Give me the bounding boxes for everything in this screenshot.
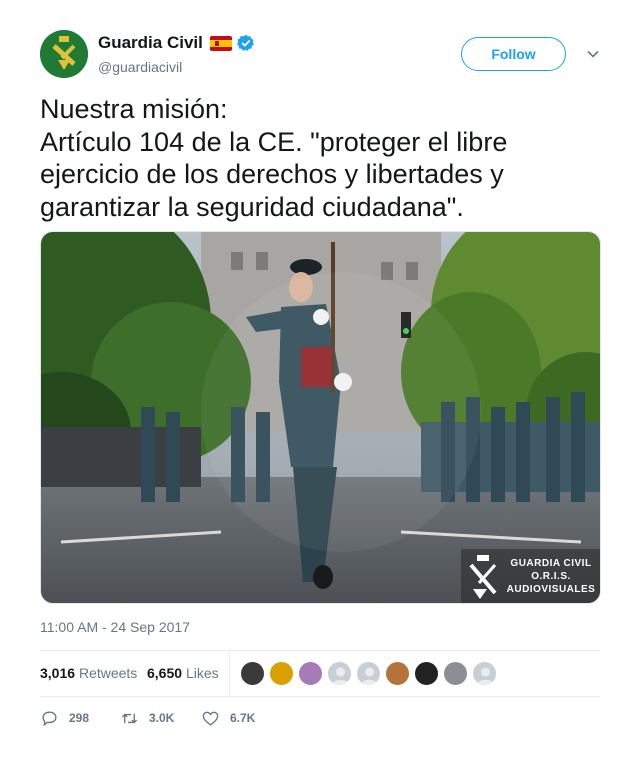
spain-flag-icon: [209, 35, 232, 51]
tweet-photo[interactable]: GUARDIA CIVIL O.R.I.S. AUDIOVISUALES: [40, 231, 601, 604]
retweets-stat[interactable]: 3,016 Retweets: [40, 665, 137, 681]
liker-avatar[interactable]: [269, 661, 294, 686]
liker-avatar[interactable]: [385, 661, 410, 686]
likes-stat[interactable]: 6,650 Likes: [147, 665, 219, 681]
reply-button[interactable]: 298: [40, 707, 89, 729]
heart-icon: [202, 711, 219, 726]
reply-icon: [42, 710, 57, 726]
likes-count: 6,650: [147, 665, 183, 681]
liker-avatar[interactable]: [472, 661, 497, 686]
retweet-icon: [121, 713, 138, 723]
liker-avatar[interactable]: [240, 661, 265, 686]
stats-divider: [229, 651, 230, 696]
default-profile-icon: [477, 667, 494, 685]
retweets-label: Retweets: [78, 665, 138, 681]
liker-avatar[interactable]: [298, 661, 323, 686]
tweet-actions: 298 3.0K 6.7K: [40, 707, 340, 729]
engagement-stats: 3,016 Retweets 6,650 Likes: [40, 650, 600, 697]
retweets-count: 3,016: [40, 665, 76, 681]
display-name[interactable]: Guardia Civil: [98, 33, 203, 53]
retweet-button[interactable]: 3.0K: [120, 707, 174, 729]
default-profile-icon: [361, 667, 378, 685]
default-profile-icon: [332, 667, 349, 685]
liker-avatar[interactable]: [356, 661, 381, 686]
name-row: Guardia Civil: [98, 32, 255, 54]
photo-watermark: GUARDIA CIVIL O.R.I.S. AUDIOVISUALES: [461, 549, 600, 603]
retweet-count: 3.0K: [149, 711, 175, 725]
follow-button[interactable]: Follow: [461, 37, 566, 71]
profile-avatar[interactable]: [40, 30, 88, 78]
user-handle[interactable]: @guardiacivil: [98, 59, 182, 75]
liker-avatar[interactable]: [443, 661, 468, 686]
like-count: 6.7K: [230, 711, 256, 725]
tweet-header: Guardia Civil @guardiacivil Follow: [40, 30, 600, 82]
watermark-line-1: GUARDIA CIVIL: [510, 558, 592, 569]
tweet-text: Nuestra misión: Artículo 104 de la CE. "…: [40, 94, 508, 222]
watermark-line-2: O.R.I.S.: [531, 571, 571, 582]
like-button[interactable]: 6.7K: [201, 707, 255, 729]
reply-count: 298: [69, 711, 90, 725]
liker-avatar[interactable]: [327, 661, 352, 686]
watermark-line-3: AUDIOVISUALES: [506, 584, 596, 595]
likes-label: Likes: [185, 665, 219, 681]
verified-badge-icon: [236, 34, 255, 52]
liker-avatar[interactable]: [414, 661, 439, 686]
tweet-timestamp[interactable]: 11:00 AM - 24 Sep 2017: [40, 619, 190, 635]
chevron-down-icon[interactable]: [586, 47, 600, 61]
guardia-civil-emblem-icon: [469, 555, 497, 599]
